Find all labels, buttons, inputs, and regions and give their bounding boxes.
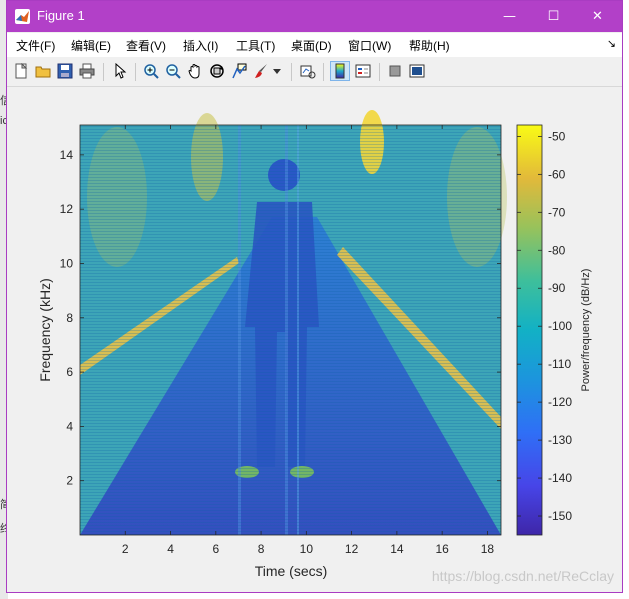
x-tick-label: 10 bbox=[300, 542, 314, 556]
menu-overflow-icon[interactable]: ↘ bbox=[607, 37, 616, 50]
colorbar bbox=[516, 124, 543, 536]
y-axis-label: Frequency (kHz) bbox=[37, 278, 53, 381]
close-button[interactable]: ✕ bbox=[575, 1, 620, 32]
toolbar-separator bbox=[103, 63, 104, 81]
pan-icon[interactable] bbox=[185, 61, 205, 81]
menu-window[interactable]: 窗口(W) bbox=[348, 37, 391, 54]
x-tick-label: 4 bbox=[167, 542, 174, 556]
spectrogram-image bbox=[80, 110, 507, 535]
y-tick-label: 14 bbox=[60, 148, 74, 162]
zoom-out-icon[interactable] bbox=[163, 61, 183, 81]
matlab-logo-icon bbox=[15, 9, 30, 24]
colorbar-tick-label: -130 bbox=[548, 433, 572, 447]
toolbar-separator bbox=[323, 63, 324, 81]
maximize-button[interactable]: ☐ bbox=[531, 1, 576, 32]
dropdown-arrow-icon[interactable] bbox=[271, 61, 283, 81]
brush-icon[interactable] bbox=[251, 61, 271, 81]
spectrogram-figure: 2 4 6 8 10 12 14 16 18 2 4 6 8 10 12 14 Time (secs) Fr… bbox=[37, 110, 592, 579]
hide-plot-tools-icon[interactable] bbox=[385, 61, 405, 81]
new-figure-icon[interactable] bbox=[11, 61, 31, 81]
colorbar-tick-label: -70 bbox=[548, 205, 566, 219]
close-icon: ✕ bbox=[592, 9, 603, 24]
toolbar-separator bbox=[379, 63, 380, 81]
y-tick-label: 6 bbox=[66, 365, 73, 379]
colorbar-tick-label: -100 bbox=[548, 319, 572, 333]
print-icon[interactable] bbox=[77, 61, 97, 81]
show-plot-tools-icon[interactable] bbox=[407, 61, 427, 81]
x-tick-label: 18 bbox=[481, 542, 495, 556]
y-tick-label: 4 bbox=[66, 419, 73, 433]
minimize-icon: — bbox=[503, 9, 516, 24]
menu-desktop[interactable]: 桌面(D) bbox=[291, 37, 332, 54]
x-tick-label: 8 bbox=[258, 542, 265, 556]
title-bar[interactable]: Figure 1 — ☐ ✕ bbox=[7, 1, 622, 32]
toolbar bbox=[7, 58, 622, 87]
x-tick-label: 16 bbox=[435, 542, 449, 556]
y-tick-label: 8 bbox=[66, 311, 73, 325]
toolbar-separator bbox=[291, 63, 292, 81]
zoom-in-icon[interactable] bbox=[141, 61, 161, 81]
menu-file[interactable]: 文件(F) bbox=[16, 37, 55, 54]
menu-view[interactable]: 查看(V) bbox=[126, 37, 166, 54]
menu-insert[interactable]: 插入(I) bbox=[183, 37, 218, 54]
colorbar-tick-label: -50 bbox=[548, 129, 566, 143]
save-icon[interactable] bbox=[55, 61, 75, 81]
toolbar-separator bbox=[135, 63, 136, 81]
window-title: Figure 1 bbox=[37, 8, 85, 23]
minimize-button[interactable]: — bbox=[487, 1, 532, 32]
y-tick-label: 12 bbox=[60, 202, 74, 216]
colorbar-tick-label: -90 bbox=[548, 281, 566, 295]
colorbar-icon[interactable] bbox=[330, 61, 350, 81]
colorbar-tick-label: -120 bbox=[548, 395, 572, 409]
maximize-icon: ☐ bbox=[547, 9, 560, 24]
watermark: https://blog.csdn.net/ReCclay bbox=[431, 568, 614, 584]
x-axis-label: Time (secs) bbox=[255, 563, 328, 579]
x-tick-label: 6 bbox=[212, 542, 219, 556]
x-tick-label: 14 bbox=[390, 542, 404, 556]
colorbar-tick-label: -150 bbox=[548, 509, 572, 523]
open-file-icon[interactable] bbox=[33, 61, 53, 81]
rotate-3d-icon[interactable] bbox=[207, 61, 227, 81]
menu-bar: 文件(F) 编辑(E) 查看(V) 插入(I) 工具(T) 桌面(D) 窗口(W… bbox=[7, 33, 622, 57]
colorbar-tick-label: -80 bbox=[548, 243, 566, 257]
menu-edit[interactable]: 编辑(E) bbox=[71, 37, 111, 54]
colorbar-label: Power/frequency (dB/Hz) bbox=[580, 269, 592, 392]
pointer-icon[interactable] bbox=[110, 61, 130, 81]
link-plot-icon[interactable] bbox=[298, 61, 318, 81]
y-tick-label: 10 bbox=[60, 256, 74, 270]
colorbar-tick-label: -140 bbox=[548, 471, 572, 485]
data-cursor-icon[interactable] bbox=[229, 61, 249, 81]
x-tick-label: 12 bbox=[345, 542, 359, 556]
legend-icon[interactable] bbox=[353, 61, 373, 81]
colorbar-tick-label: -110 bbox=[548, 357, 571, 371]
colorbar-tick-label: -60 bbox=[548, 167, 566, 181]
menu-help[interactable]: 帮助(H) bbox=[409, 37, 450, 54]
figure-canvas[interactable]: 2 4 6 8 10 12 14 16 18 2 4 6 8 10 12 14 Time (secs) Fr… bbox=[7, 87, 622, 592]
y-tick-label: 2 bbox=[66, 474, 73, 488]
figure-window: Figure 1 — ☐ ✕ 文件(F) 编辑(E) 查看(V) 插入(I) 工… bbox=[6, 0, 623, 593]
x-tick-label: 2 bbox=[122, 542, 129, 556]
menu-tools[interactable]: 工具(T) bbox=[236, 37, 275, 54]
